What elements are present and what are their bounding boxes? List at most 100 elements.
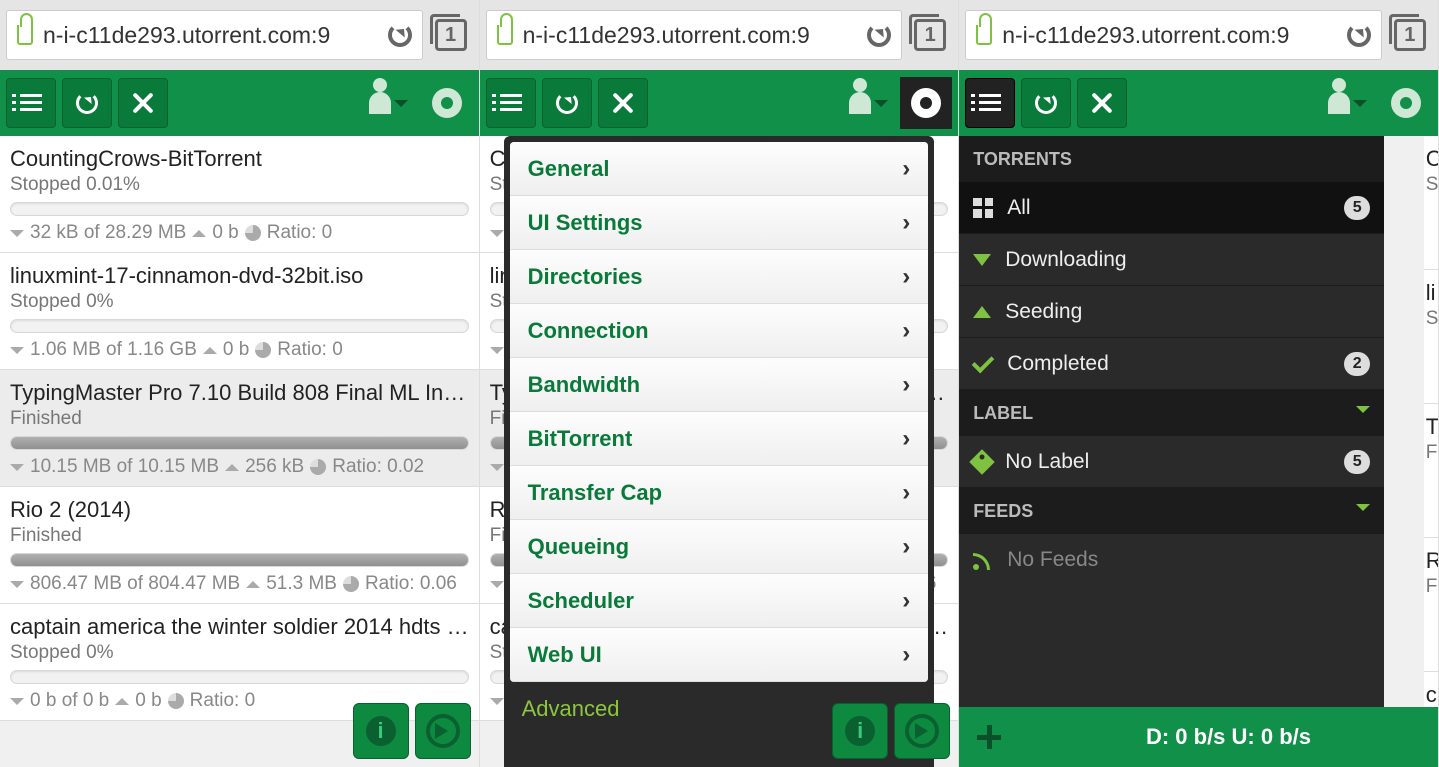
grid-icon xyxy=(973,198,993,218)
sidebar-panel: TORRENTS All 5 Downloading Seeding Compl… xyxy=(959,136,1384,707)
up-arrow-icon xyxy=(246,574,260,588)
down-arrow-icon xyxy=(10,581,24,595)
user-icon xyxy=(369,92,391,114)
delete-button[interactable] xyxy=(1077,78,1127,128)
user-menu[interactable] xyxy=(842,77,894,129)
torrent-item[interactable]: CountingCrows-BitTorrentStopped 0.01%32 … xyxy=(0,136,479,253)
settings-item-label: BitTorrent xyxy=(528,426,633,452)
speed-stats: D: 0 b/s U: 0 b/s xyxy=(1019,724,1438,750)
down-arrow-icon xyxy=(490,347,504,361)
user-menu[interactable] xyxy=(1322,77,1374,129)
settings-button[interactable] xyxy=(1380,77,1432,129)
settings-item-label: General xyxy=(528,156,610,182)
reload-icon[interactable] xyxy=(867,23,891,47)
torrent-status: Stopped 0% xyxy=(10,642,469,664)
refresh-button[interactable] xyxy=(1021,78,1071,128)
plus-icon xyxy=(977,725,1001,749)
sidebar-item-label: Downloading xyxy=(1005,248,1126,272)
add-button[interactable] xyxy=(959,707,1019,767)
rss-icon xyxy=(973,550,993,570)
no-feeds: No Feeds xyxy=(959,534,1384,586)
settings-item[interactable]: Transfer Cap› xyxy=(510,466,929,520)
down-arrow-icon xyxy=(490,581,504,595)
up-arrow-icon xyxy=(203,340,217,354)
url-box[interactable]: n-i-c11de293.utorrent.com:9 xyxy=(6,10,423,60)
count-badge: 2 xyxy=(1344,352,1370,376)
url-box[interactable]: n-i-c11de293.utorrent.com:9 xyxy=(965,10,1382,60)
torrent-stats: 806.47 MB of 804.47 MB51.3 MBRatio: 0.06 xyxy=(10,573,469,595)
menu-button[interactable] xyxy=(6,78,56,128)
sidebar-item-seeding[interactable]: Seeding xyxy=(959,286,1384,338)
settings-item-label: Queueing xyxy=(528,534,629,560)
torrent-stats: 32 kB of 28.29 MB0 bRatio: 0 xyxy=(10,222,469,244)
refresh-button[interactable] xyxy=(542,78,592,128)
content-peek: CSliSTFRFcS xyxy=(1424,136,1438,767)
count-badge: 5 xyxy=(1344,196,1370,220)
settings-button[interactable] xyxy=(900,77,952,129)
torrent-status: Finished xyxy=(10,408,469,430)
info-button[interactable]: i xyxy=(353,703,409,759)
settings-item[interactable]: Bandwidth› xyxy=(510,358,929,412)
list-icon xyxy=(500,94,522,112)
caret-down-icon xyxy=(874,100,888,114)
list-icon xyxy=(20,94,42,112)
settings-item[interactable]: Web UI› xyxy=(510,628,929,682)
chevron-right-icon: › xyxy=(902,155,910,183)
up-arrow-icon xyxy=(115,691,129,705)
sidebar-header-label[interactable]: LABEL xyxy=(959,390,1384,436)
url-box[interactable]: n-i-c11de293.utorrent.com:9 xyxy=(486,10,903,60)
sidebar-item-all[interactable]: All 5 xyxy=(959,182,1384,234)
sidebar-item-downloading[interactable]: Downloading xyxy=(959,234,1384,286)
settings-item[interactable]: Connection› xyxy=(510,304,929,358)
torrent-title: Rio 2 (2014) xyxy=(10,497,469,523)
tabs-button[interactable]: 1 xyxy=(914,19,946,51)
play-button[interactable] xyxy=(415,703,471,759)
settings-item[interactable]: BitTorrent › xyxy=(510,412,929,466)
reload-icon[interactable] xyxy=(1347,23,1371,47)
info-button[interactable]: i xyxy=(832,703,888,759)
settings-item-label: Directories xyxy=(528,264,643,290)
tabs-button[interactable]: 1 xyxy=(435,19,467,51)
settings-item[interactable]: Queueing› xyxy=(510,520,929,574)
upload-icon xyxy=(973,297,991,318)
settings-item[interactable]: General › xyxy=(510,142,929,196)
info-icon: i xyxy=(366,716,396,746)
torrent-status: Finished xyxy=(10,525,469,547)
sidebar-header-feeds[interactable]: FEEDS xyxy=(959,488,1384,534)
torrent-status: Stopped 0.01% xyxy=(10,174,469,196)
app-toolbar xyxy=(959,70,1438,136)
status-bar: D: 0 b/s U: 0 b/s xyxy=(959,707,1438,767)
torrent-item[interactable]: linuxmint-17-cinnamon-dvd-32bit.isoStopp… xyxy=(0,253,479,370)
torrent-title: TypingMaster Pro 7.10 Build 808 Final ML… xyxy=(10,380,469,406)
caret-down-icon xyxy=(1356,406,1370,420)
user-menu[interactable] xyxy=(363,77,415,129)
chevron-right-icon: › xyxy=(902,425,910,453)
chevron-right-icon: › xyxy=(902,641,910,669)
settings-button[interactable] xyxy=(421,77,473,129)
delete-button[interactable] xyxy=(118,78,168,128)
refresh-button[interactable] xyxy=(62,78,112,128)
settings-item[interactable]: Scheduler› xyxy=(510,574,929,628)
list-icon xyxy=(979,94,1001,112)
delete-button[interactable] xyxy=(598,78,648,128)
menu-button[interactable] xyxy=(965,78,1015,128)
play-button[interactable] xyxy=(894,703,950,759)
settings-item[interactable]: UI Settings› xyxy=(510,196,929,250)
sidebar-item-completed[interactable]: Completed 2 xyxy=(959,338,1384,390)
torrent-item[interactable]: TypingMaster Pro 7.10 Build 808 Final ML… xyxy=(0,370,479,487)
reload-icon[interactable] xyxy=(388,23,412,47)
settings-item[interactable]: Directories› xyxy=(510,250,929,304)
play-icon xyxy=(905,714,939,748)
settings-list: General›UI Settings›Directories›Connecti… xyxy=(510,142,929,682)
ratio-icon xyxy=(255,342,271,358)
x-icon xyxy=(1091,92,1113,114)
fab-row: i xyxy=(353,703,471,759)
torrent-item[interactable]: Rio 2 (2014)Finished 806.47 MB of 804.47 … xyxy=(0,487,479,604)
sidebar-item-nolabel[interactable]: No Label 5 xyxy=(959,436,1384,488)
up-arrow-icon xyxy=(225,457,239,471)
refresh-icon xyxy=(1035,92,1057,114)
tabs-button[interactable]: 1 xyxy=(1394,19,1426,51)
menu-button[interactable] xyxy=(486,78,536,128)
torrent-title: linuxmint-17-cinnamon-dvd-32bit.iso xyxy=(10,263,469,289)
refresh-icon xyxy=(76,92,98,114)
